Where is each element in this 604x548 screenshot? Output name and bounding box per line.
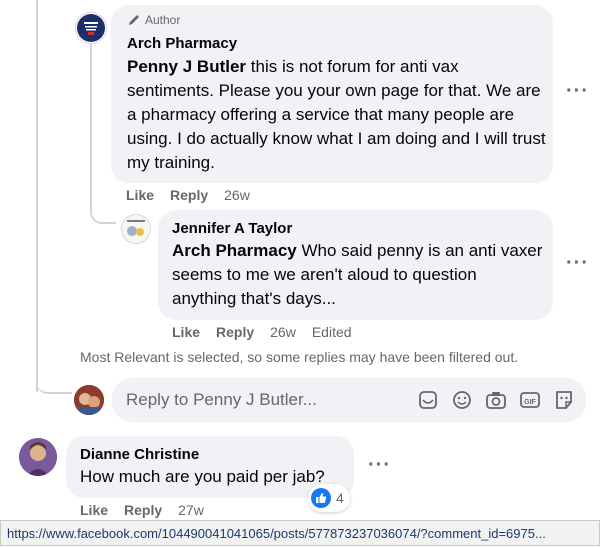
thread-curve-to-reply-box <box>36 370 72 394</box>
more-options-button[interactable]: ··· <box>368 454 391 477</box>
svg-text:GIF: GIF <box>524 399 536 406</box>
more-options-button[interactable]: ··· <box>566 252 589 275</box>
comment-bubble-jennifer: Jennifer A Taylor Arch Pharmacy Who said… <box>158 210 553 320</box>
comment-body: How much are you paid per jab? <box>80 467 325 486</box>
like-button[interactable]: Like <box>172 324 200 340</box>
author-badge: Author <box>127 13 180 27</box>
filter-note: Most Relevant is selected, so some repli… <box>80 349 519 365</box>
pharmacy-logo-icon <box>77 14 105 42</box>
dianne-avatar[interactable] <box>19 438 57 476</box>
comment-text: Arch Pharmacy Who said penny is an anti … <box>172 239 544 311</box>
comment-actions: Like Reply 26w Edited <box>172 324 352 340</box>
gif-icon[interactable]: GIF <box>519 389 541 411</box>
status-bar-url: https://www.facebook.com/104490041041065… <box>0 520 600 546</box>
reply-input[interactable]: Reply to Penny J Butler... GIF <box>112 378 586 422</box>
reaction-summary[interactable]: 4 <box>308 484 350 512</box>
comment-time[interactable]: 27w <box>178 502 204 518</box>
jennifer-avatar[interactable] <box>121 214 151 244</box>
arch-pharmacy-avatar[interactable] <box>75 12 107 44</box>
comment-author-name[interactable]: Arch Pharmacy <box>127 35 237 52</box>
sticker-icon[interactable] <box>417 389 439 411</box>
reaction-count: 4 <box>336 490 344 506</box>
user-photo-icon <box>19 438 57 476</box>
comment-actions: Like Reply 26w <box>126 187 250 203</box>
thumbs-up-icon <box>316 493 327 503</box>
emoji-icon[interactable] <box>451 389 473 411</box>
like-button[interactable]: Like <box>126 187 154 203</box>
mention-link[interactable]: Arch Pharmacy <box>172 241 297 260</box>
mention-link[interactable]: Penny J Butler <box>127 57 246 76</box>
reply-button[interactable]: Reply <box>124 502 162 518</box>
author-badge-label: Author <box>145 13 181 27</box>
reply-button[interactable]: Reply <box>216 324 254 340</box>
like-reaction-icon <box>311 488 331 508</box>
user-photo-icon <box>74 385 104 415</box>
comment-author-name[interactable]: Dianne Christine <box>80 446 199 463</box>
edited-label[interactable]: Edited <box>312 324 352 340</box>
like-button[interactable]: Like <box>80 502 108 518</box>
thread-curve-to-reply <box>90 200 116 224</box>
reply-button[interactable]: Reply <box>170 187 208 203</box>
comment-author-name[interactable]: Jennifer A Taylor <box>172 220 292 237</box>
profile-picture-icon <box>122 215 150 243</box>
sticker-face-icon[interactable] <box>553 389 575 411</box>
comment-text: Penny J Butler this is not forum for ant… <box>127 55 547 175</box>
comment-bubble-arch-pharmacy: Author Arch Pharmacy Penny J Butler this… <box>111 5 553 183</box>
thread-line-inner <box>90 44 92 214</box>
thread-line-outer <box>36 0 38 392</box>
comment-actions: Like Reply 27w <box>80 502 204 518</box>
more-options-button[interactable]: ··· <box>566 80 589 103</box>
current-user-avatar[interactable] <box>74 385 104 415</box>
comment-time[interactable]: 26w <box>270 324 296 340</box>
camera-icon[interactable] <box>485 389 507 411</box>
pencil-icon <box>129 15 139 25</box>
reply-placeholder: Reply to Penny J Butler... <box>126 390 317 409</box>
comment-time[interactable]: 26w <box>224 187 250 203</box>
